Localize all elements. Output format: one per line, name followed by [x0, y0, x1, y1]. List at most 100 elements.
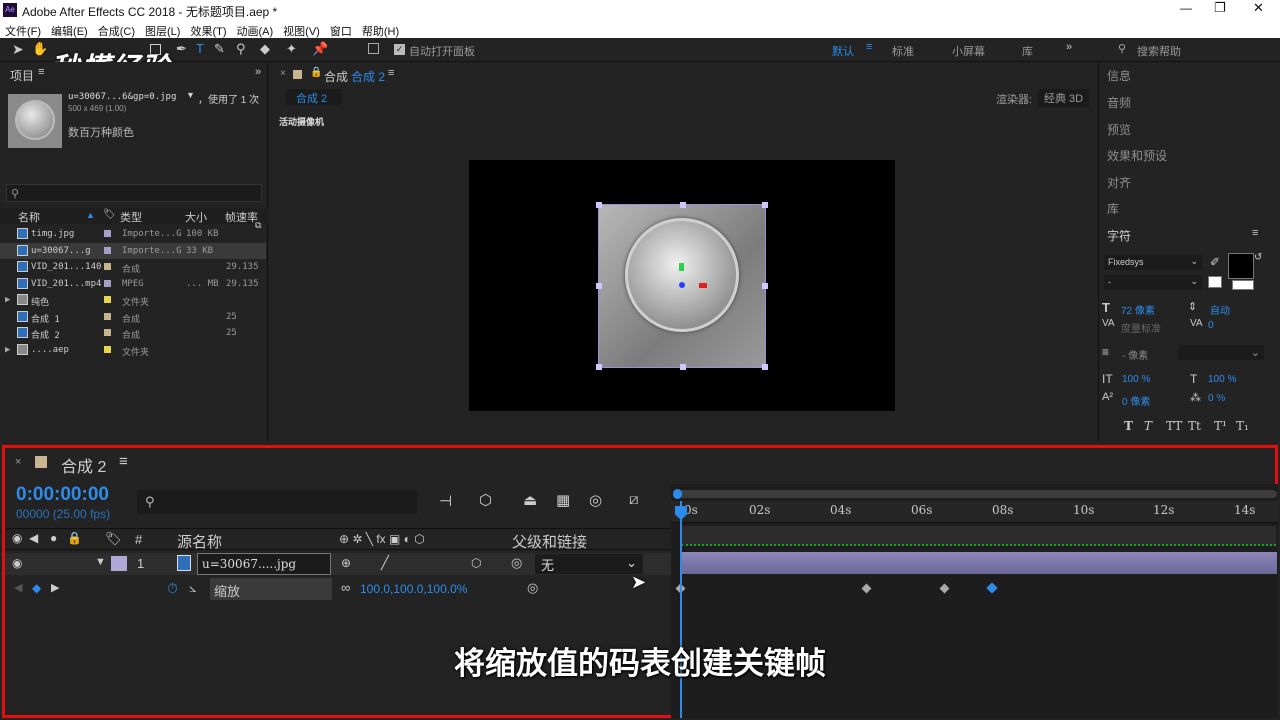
workspace-standard[interactable]: 标准 [892, 43, 914, 59]
workspace-small-screen[interactable]: 小屏幕 [952, 43, 985, 59]
menu-edit[interactable]: 编辑(E) [46, 20, 93, 39]
hide-shy-layers-icon[interactable]: ⏏ [523, 491, 537, 509]
character-menu-icon[interactable]: ≡ [1252, 227, 1258, 239]
expand-arrow-icon[interactable]: ▶ [5, 295, 10, 305]
project-search-input[interactable]: ⚲ [6, 184, 262, 202]
quality-switch-icon[interactable]: ╱ [381, 555, 389, 571]
handle-tr[interactable] [762, 202, 768, 208]
scale-value[interactable]: 100.0,100.0,100.0% [360, 582, 467, 596]
lock-icon[interactable]: 🔒 [67, 531, 82, 545]
faux-bold-button[interactable]: T [1124, 419, 1133, 433]
comp-sub-tab[interactable]: 合成 2 [286, 89, 342, 105]
col-name[interactable]: 名称 [18, 209, 40, 225]
project-item[interactable]: ▶ ....aep 文件夹 [0, 342, 266, 358]
faux-italic-button[interactable]: T [1144, 419, 1152, 433]
timeline-menu-icon[interactable]: ≡ [119, 453, 128, 470]
small-caps-button[interactable]: Tt [1188, 419, 1201, 433]
handle-mr[interactable] [762, 283, 768, 289]
source-name-header[interactable]: 源名称 [177, 531, 222, 552]
close-icon[interactable]: ✕ [1253, 0, 1264, 16]
search-help-icon[interactable]: ⚲ [1118, 42, 1126, 55]
prev-keyframe-icon[interactable]: ◀ [14, 581, 22, 594]
baseline-value[interactable]: 0 像素 [1122, 393, 1150, 408]
kerning-value[interactable]: 度量标准 [1121, 320, 1161, 335]
timeline-comp-name[interactable]: 合成 2 [61, 453, 106, 477]
stamp-tool-icon[interactable]: ⚲ [236, 41, 246, 57]
all-caps-button[interactable]: TT [1166, 419, 1182, 433]
audio-icon[interactable]: ◀ [29, 531, 38, 545]
work-area-bar[interactable] [677, 490, 1277, 498]
panel-info[interactable]: 信息 [1107, 67, 1131, 84]
brush-tool-icon[interactable]: ✎ [214, 41, 225, 57]
handle-ml[interactable] [596, 283, 602, 289]
sort-asc-icon[interactable]: ▲ [86, 210, 95, 220]
project-item[interactable]: 合成 1 合成 25 [0, 309, 266, 325]
item-label-swatch[interactable] [104, 345, 111, 353]
renderer-button[interactable]: 经典 3D [1038, 89, 1090, 107]
handle-bc[interactable] [680, 364, 686, 370]
project-item[interactable]: VID_201...140 合成 29.135 [0, 259, 266, 275]
layer-expand-icon[interactable]: ▼ [95, 556, 106, 568]
superscript-button[interactable]: T¹ [1214, 419, 1227, 433]
col-size[interactable]: 大小 [185, 209, 207, 225]
label-tag-icon[interactable]: 🏷 [103, 209, 116, 220]
frame-blending-icon[interactable]: ▦ [556, 491, 570, 509]
3d-layer-icon[interactable]: ⬡ [471, 556, 481, 570]
project-item[interactable]: timg.jpg Importe...G 100 KB [0, 226, 266, 242]
pen-tool-icon[interactable]: ✒ [176, 41, 187, 57]
motion-blur-icon[interactable]: ◎ [589, 491, 602, 509]
lock-icon[interactable]: 🔒 [310, 67, 322, 78]
expression-pickwhip-icon[interactable]: ◎ [527, 580, 538, 596]
keyframe-4[interactable] [986, 582, 998, 594]
layer-duration-bar[interactable] [681, 552, 1277, 574]
expand-arrow-icon[interactable]: ▶ [5, 345, 10, 355]
workspace-library[interactable]: 库 [1022, 43, 1033, 59]
text-tool-icon[interactable]: T [196, 41, 204, 56]
item-label-swatch[interactable] [104, 329, 111, 336]
graph-editor-icon[interactable]: ⧄ [629, 491, 639, 508]
menu-composition[interactable]: 合成(C) [93, 20, 140, 39]
panel-effects-presets[interactable]: 效果和预设 [1107, 147, 1167, 164]
expand-panels-icon[interactable]: » [255, 66, 261, 78]
comp-menu-icon[interactable]: ≡ [388, 67, 394, 79]
subscript-button[interactable]: T₁ [1236, 419, 1249, 433]
label-icon[interactable]: 🏷 [105, 531, 122, 547]
next-keyframe-icon[interactable]: ▶ [51, 581, 59, 594]
comp-panel-name[interactable]: 合成 2 [351, 68, 385, 85]
stopwatch-icon[interactable]: ⏱ [167, 580, 178, 597]
pickwhip-icon[interactable]: ◎ [511, 555, 522, 571]
item-label-swatch[interactable] [104, 312, 111, 320]
auto-open-checkbox[interactable]: ✓ [394, 44, 405, 55]
panel-library[interactable]: 库 [1107, 200, 1119, 217]
handle-tc[interactable] [680, 202, 686, 208]
item-label-swatch[interactable] [104, 296, 111, 303]
keyframe-2[interactable] [861, 583, 872, 594]
workspace-menu-icon[interactable]: ≡ [866, 41, 872, 53]
layer-label-swatch[interactable] [111, 556, 127, 571]
current-timecode[interactable]: 0:00:00:00 [16, 484, 109, 506]
item-label-swatch[interactable] [104, 230, 111, 237]
project-item[interactable]: ▶ 纯色 文件夹 [0, 292, 266, 308]
menu-view[interactable]: 视图(V) [278, 20, 325, 39]
menu-layer[interactable]: 图层(L) [140, 20, 185, 39]
shy-switch-icon[interactable]: ⊕ [341, 556, 351, 570]
solo-icon[interactable]: ● [50, 531, 57, 545]
project-item[interactable]: u=30067...g Importe...G 33 KB [0, 242, 266, 259]
item-label-swatch[interactable] [104, 263, 111, 270]
handle-br[interactable] [762, 364, 768, 370]
panel-menu-icon[interactable]: ≡ [38, 66, 44, 78]
parent-select[interactable]: 无 ⌄ [535, 554, 643, 574]
dropdown-icon[interactable]: ▼ [186, 90, 195, 100]
keyframe-3[interactable] [939, 583, 950, 594]
font-style-select[interactable]: - ⌄ [1104, 275, 1202, 290]
close-tab-icon[interactable]: × [280, 68, 286, 79]
layer-name[interactable]: u=30067.....jpg [197, 553, 331, 575]
work-area-start-handle[interactable] [673, 489, 682, 499]
panel-align[interactable]: 对齐 [1107, 174, 1131, 191]
no-stroke-swatch[interactable] [1232, 280, 1254, 290]
y-axis-handle[interactable] [679, 263, 684, 271]
vertical-scale-value[interactable]: 100 % [1122, 374, 1150, 385]
search-help-input[interactable]: 搜索帮助 [1137, 43, 1181, 59]
col-fps[interactable]: 帧速率 [225, 209, 258, 225]
close-timeline-icon[interactable]: × [15, 456, 21, 468]
